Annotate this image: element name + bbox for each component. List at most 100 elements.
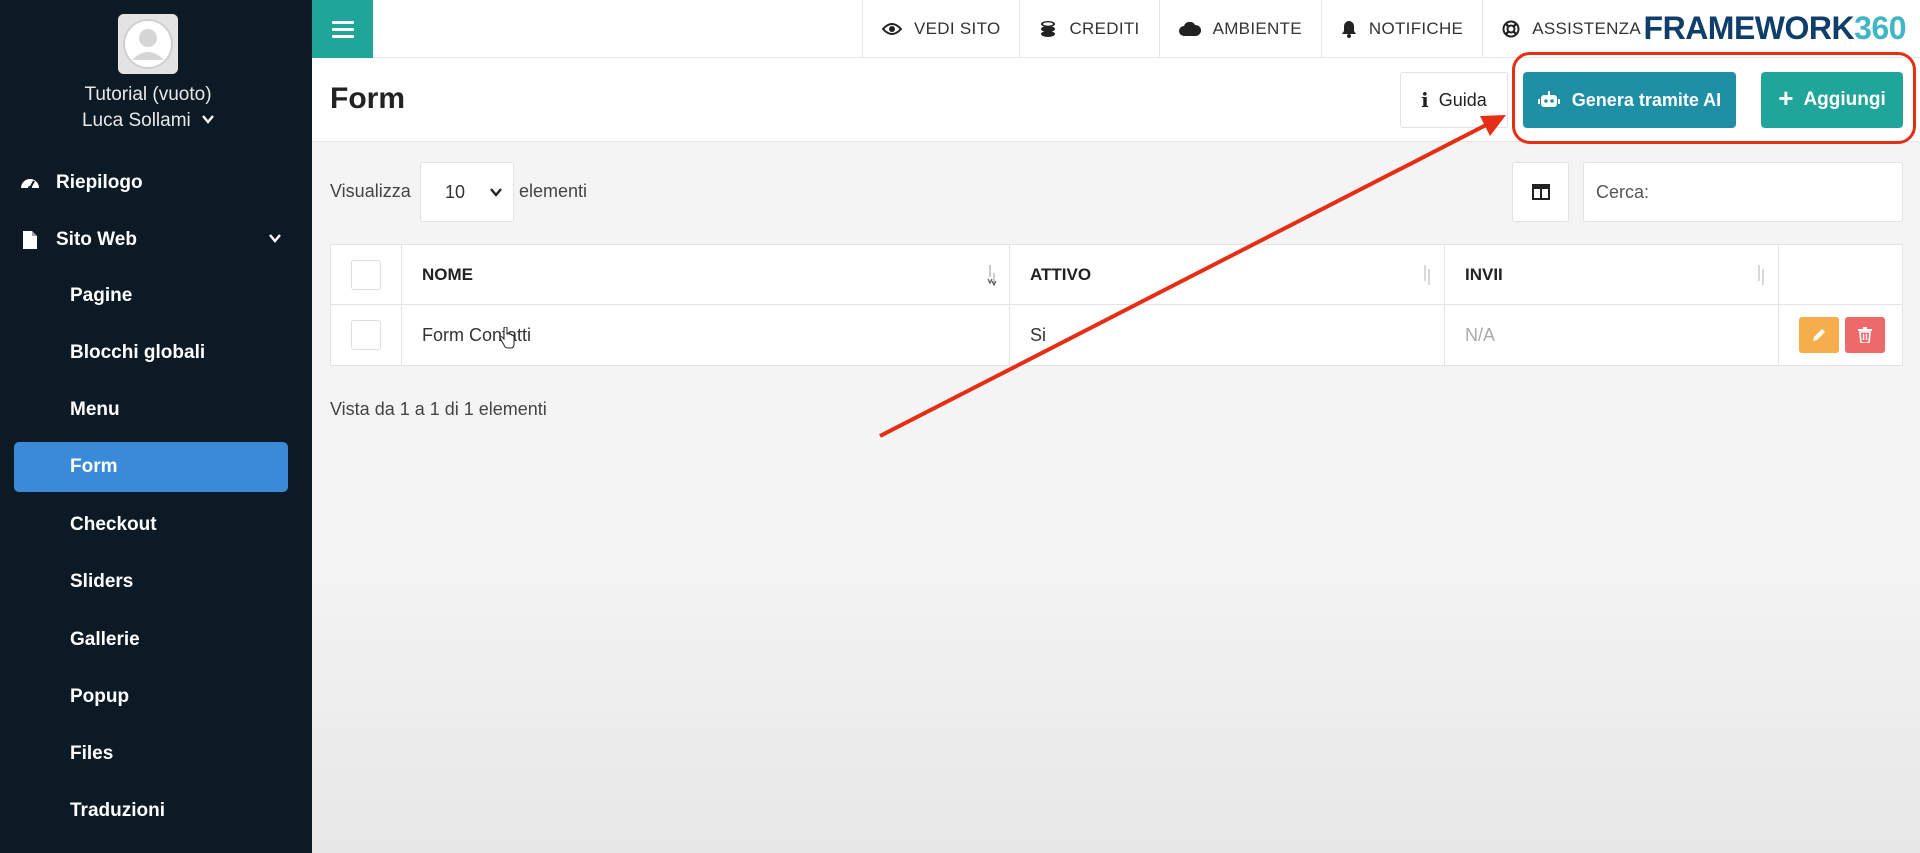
sidebar-item-label: Traduzioni bbox=[70, 800, 165, 821]
column-header-invii[interactable]: INVII bbox=[1444, 245, 1778, 305]
topnav-vedi-sito[interactable]: VEDI SITO bbox=[862, 0, 1019, 58]
top-nav: VEDI SITO CREDITI AMBIENTE NOTIFICHE ASS… bbox=[862, 0, 1660, 58]
show-label: Visualizza bbox=[330, 181, 411, 201]
sidebar-item-traduzioni[interactable]: Traduzioni bbox=[14, 786, 288, 836]
topnav-label: VEDI SITO bbox=[914, 19, 1001, 38]
dashboard-icon bbox=[20, 173, 40, 193]
table-header-row: NOME ATTIVO INVII bbox=[331, 245, 1902, 305]
topnav-crediti[interactable]: CREDITI bbox=[1019, 0, 1158, 58]
cell-invii-value: N/A bbox=[1465, 324, 1496, 345]
delete-button[interactable] bbox=[1845, 317, 1885, 353]
guida-label: Guida bbox=[1438, 89, 1487, 110]
hamburger-icon bbox=[331, 21, 354, 38]
background-fade bbox=[312, 560, 1920, 853]
edit-button[interactable] bbox=[1799, 317, 1839, 353]
plus-icon: + bbox=[1778, 83, 1794, 113]
trash-icon bbox=[1858, 327, 1872, 343]
sidebar-item-label: Popup bbox=[70, 686, 130, 707]
guida-button[interactable]: i Guida bbox=[1400, 72, 1508, 128]
chevron-down-icon bbox=[490, 188, 502, 197]
user-icon bbox=[118, 14, 178, 74]
sidebar-item-label: Form bbox=[70, 456, 118, 477]
pencil-icon bbox=[1813, 329, 1825, 341]
row-checkbox[interactable] bbox=[351, 320, 381, 350]
lifebuoy-icon bbox=[1502, 20, 1520, 38]
sidebar-item-label: Checkout bbox=[70, 514, 157, 535]
cell-invii: N/A bbox=[1444, 305, 1778, 365]
row-select-cell bbox=[331, 305, 401, 365]
topnav-assistenza[interactable]: ASSISTENZA bbox=[1482, 0, 1660, 58]
page-size-value: 10 bbox=[445, 181, 466, 202]
cell-nome[interactable]: Form Contatti bbox=[401, 305, 1009, 365]
sidebar-item-label: Files bbox=[70, 743, 114, 764]
sidebar-item-blocchi-globali[interactable]: Blocchi globali bbox=[14, 328, 288, 378]
add-label: Aggiungi bbox=[1803, 89, 1886, 110]
sidebar-item-riepilogo[interactable]: Riepilogo bbox=[14, 158, 288, 208]
sidebar-item-sliders[interactable]: Sliders bbox=[14, 557, 288, 607]
cloud-icon bbox=[1178, 22, 1201, 36]
sidebar-item-files[interactable]: Files bbox=[14, 729, 288, 779]
page-title: Form bbox=[330, 82, 405, 115]
topnav-notifiche[interactable]: NOTIFICHE bbox=[1320, 0, 1482, 58]
menu-toggle-button[interactable] bbox=[312, 0, 373, 58]
site-name: Tutorial (vuoto) bbox=[84, 84, 212, 105]
page-header: Form i Guida Genera tramite AI + Aggiung… bbox=[312, 58, 1920, 142]
brand-logo[interactable]: FRAMEWORK360 bbox=[1643, 10, 1907, 47]
cell-attivo: Si bbox=[1009, 305, 1444, 365]
column-header-nome[interactable]: NOME bbox=[401, 245, 1009, 305]
sort-icon bbox=[1424, 265, 1430, 285]
sidebar-item-gallerie[interactable]: Gallerie bbox=[14, 615, 288, 665]
select-all-checkbox[interactable] bbox=[351, 260, 381, 290]
cell-actions bbox=[1778, 305, 1904, 365]
top-bar: VEDI SITO CREDITI AMBIENTE NOTIFICHE ASS… bbox=[312, 0, 1920, 58]
sidebar-item-pagine[interactable]: Pagine bbox=[14, 271, 288, 321]
sidebar-item-label: Pagine bbox=[70, 285, 133, 306]
topnav-ambiente[interactable]: AMBIENTE bbox=[1158, 0, 1321, 58]
forms-table: NOME ATTIVO INVII Form Contatti Si N/A bbox=[330, 244, 1903, 366]
sidebar-item-checkout[interactable]: Checkout bbox=[14, 500, 288, 550]
select-all-cell bbox=[331, 245, 401, 305]
sidebar-item-popup[interactable]: Popup bbox=[14, 672, 288, 722]
topnav-label: NOTIFICHE bbox=[1368, 19, 1464, 38]
hand-cursor-icon bbox=[499, 327, 515, 349]
eye-icon bbox=[882, 23, 902, 35]
column-header-attivo[interactable]: ATTIVO bbox=[1009, 245, 1444, 305]
sidebar-item-label: Gallerie bbox=[70, 629, 140, 650]
generate-ai-button[interactable]: Genera tramite AI bbox=[1523, 72, 1736, 128]
user-name: Luca Sollami bbox=[81, 110, 191, 131]
user-menu-toggle[interactable]: Luca Sollami bbox=[0, 110, 296, 132]
logo-number: 360 bbox=[1854, 10, 1906, 46]
topnav-label: AMBIENTE bbox=[1212, 19, 1302, 38]
table-row[interactable]: Form Contatti Si N/A bbox=[331, 305, 1902, 365]
sort-icon bbox=[1758, 265, 1764, 285]
page-size-select[interactable]: 10 bbox=[420, 162, 514, 222]
columns-icon bbox=[1531, 184, 1550, 200]
columns-toggle-button[interactable] bbox=[1512, 162, 1569, 222]
sort-icon bbox=[987, 265, 997, 287]
chevron-down-icon bbox=[202, 111, 214, 127]
column-header-label: INVII bbox=[1465, 265, 1503, 284]
search-input[interactable]: Cerca: bbox=[1583, 162, 1903, 222]
sidebar-item-menu[interactable]: Menu bbox=[14, 385, 288, 435]
coins-icon bbox=[1041, 21, 1056, 37]
sidebar-item-label: Menu bbox=[70, 399, 120, 420]
robot-icon bbox=[1537, 91, 1560, 107]
bell-icon bbox=[1341, 21, 1356, 38]
sidebar-item-sito-web[interactable]: Sito Web bbox=[14, 215, 288, 265]
info-icon: i bbox=[1421, 88, 1429, 112]
elements-label: elementi bbox=[519, 181, 588, 201]
add-button[interactable]: + Aggiungi bbox=[1761, 72, 1903, 128]
sidebar-item-form[interactable]: Form bbox=[14, 442, 288, 492]
sidebar-item-label: Blocchi globali bbox=[70, 342, 206, 363]
search-label: Cerca: bbox=[1596, 181, 1650, 202]
column-header-label: ATTIVO bbox=[1030, 265, 1092, 284]
sidebar-item-label: Sliders bbox=[70, 571, 134, 592]
sidebar-item-label: Riepilogo bbox=[56, 172, 143, 193]
topnav-label: CREDITI bbox=[1069, 19, 1140, 38]
logo-text: FRAMEWORK bbox=[1643, 10, 1855, 46]
table-info: Vista da 1 a 1 di 1 elementi bbox=[330, 399, 547, 419]
user-avatar[interactable] bbox=[118, 14, 178, 74]
file-icon bbox=[20, 230, 40, 250]
chevron-down-icon bbox=[269, 234, 281, 243]
generate-ai-label: Genera tramite AI bbox=[1571, 89, 1722, 110]
